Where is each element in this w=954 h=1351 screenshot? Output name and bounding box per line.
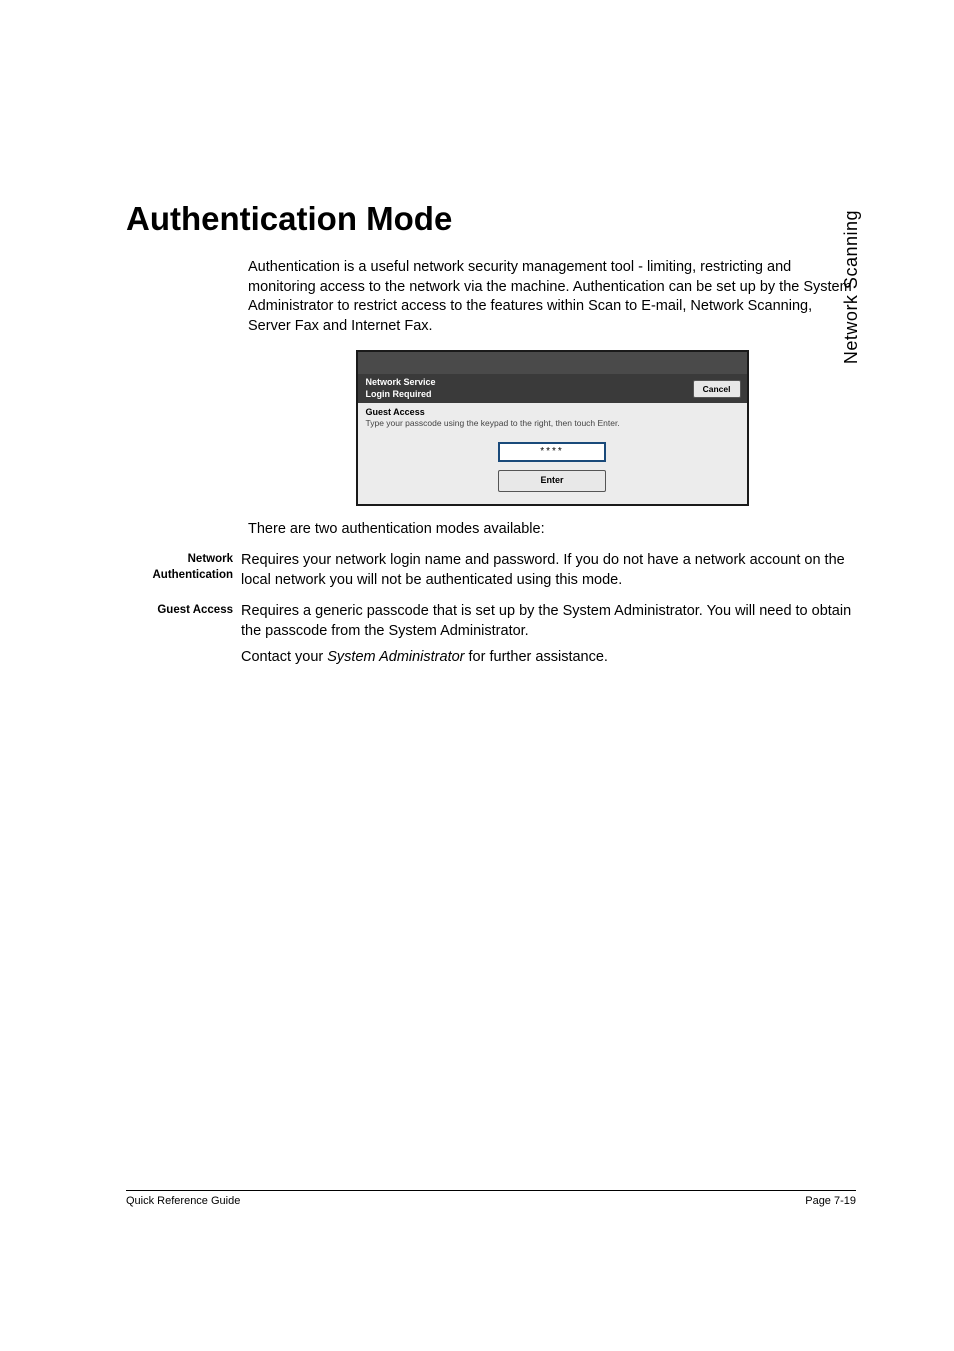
intro-paragraph: Authentication is a useful network secur…: [248, 258, 856, 336]
embedded-screenshot: Network Service Login Required Cancel Gu…: [248, 350, 856, 506]
footer-right: Page 7-19: [805, 1195, 856, 1207]
system-administrator-emphasis: System Administrator: [327, 649, 464, 665]
term-line2: Authentication: [153, 569, 234, 581]
body-network-authentication: Requires your network login name and pas…: [241, 551, 856, 590]
dialog-topbar: [358, 352, 747, 374]
body-guest-access: Requires a generic passcode that is set …: [241, 602, 856, 673]
dialog-title: Network Service Login Required: [366, 377, 436, 400]
dialog-title-line2: Login Required: [366, 389, 436, 400]
page-footer: Quick Reference Guide Page 7-19: [126, 1190, 856, 1207]
enter-button[interactable]: Enter: [498, 470, 606, 492]
dialog-body: Guest Access Type your passcode using th…: [358, 403, 747, 504]
term-network-authentication: Network Authentication: [126, 551, 241, 590]
definition-network-authentication: Network Authentication Requires your net…: [126, 551, 856, 590]
guest-access-description: Type your passcode using the keypad to t…: [366, 418, 739, 428]
dialog-header: Network Service Login Required Cancel: [358, 374, 747, 403]
guest-body-p1: Requires a generic passcode that is set …: [241, 602, 856, 641]
cancel-button[interactable]: Cancel: [693, 380, 741, 398]
login-dialog: Network Service Login Required Cancel Gu…: [356, 350, 749, 506]
term-guest-access: Guest Access: [126, 602, 241, 673]
term-line1: Network: [188, 553, 233, 565]
modes-intro: There are two authentication modes avail…: [248, 520, 856, 540]
guest-access-label: Guest Access: [366, 407, 739, 417]
footer-left: Quick Reference Guide: [126, 1195, 240, 1207]
side-vertical-label: Network Scanning: [841, 210, 862, 364]
page-heading: Authentication Mode: [126, 200, 856, 238]
dialog-title-line1: Network Service: [366, 377, 436, 388]
guest-body-p2: Contact your System Administrator for fu…: [241, 648, 856, 668]
definition-guest-access: Guest Access Requires a generic passcode…: [126, 602, 856, 673]
passcode-input[interactable]: ****: [498, 442, 606, 462]
